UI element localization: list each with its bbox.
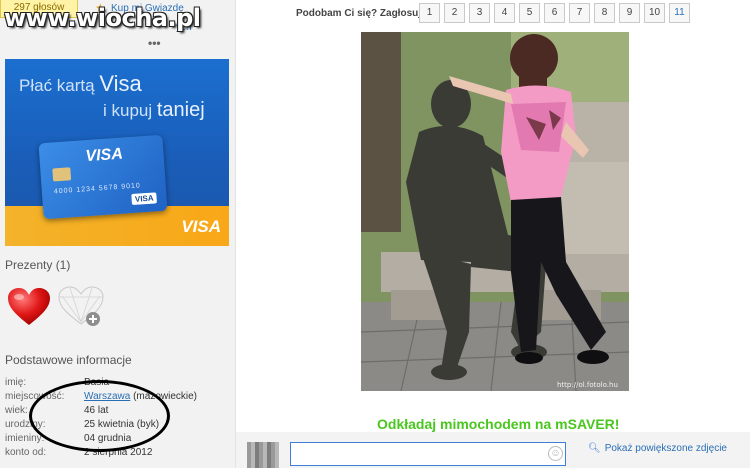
page: 297 głosów ★ Kup mi Gwiazdę ych ••• www.…	[0, 0, 750, 468]
more-dots[interactable]: •••	[148, 36, 161, 50]
visa-logo: VISA	[181, 217, 221, 236]
vote-button[interactable]: 3	[469, 3, 490, 23]
vote-button[interactable]: 4	[494, 3, 515, 23]
vote-button[interactable]: 2	[444, 3, 465, 23]
card-brand: VISA	[84, 145, 124, 166]
vote-button[interactable]: 11	[669, 3, 690, 23]
visa-ad-banner[interactable]: Płać kartą Visa i kupuj taniej VISA 4000…	[5, 59, 229, 246]
vote-button[interactable]: 8	[594, 3, 615, 23]
visa-card-image: VISA 4000 1234 5678 9010 VISA	[38, 134, 168, 220]
show-enlarged-photo-link[interactable]: 🔍︎ Pokaż powiększone zdjęcie	[588, 443, 727, 454]
diamond-heart-gift-icon[interactable]	[56, 284, 106, 329]
card-mini-logo: VISA	[131, 192, 157, 206]
card-chip-icon	[52, 167, 72, 182]
ad-headline-brand: Visa	[99, 71, 142, 96]
profile-sidebar: 297 głosów ★ Kup mi Gwiazdę ych ••• www.…	[0, 0, 236, 468]
drawn-circle-annotation	[29, 380, 170, 452]
vote-button[interactable]: 10	[644, 3, 665, 23]
ad-subline-word: taniej	[156, 99, 205, 121]
zoom-link-label: Pokaż powiększone zdjęcie	[604, 443, 727, 454]
main-photo[interactable]: http://ol.fotolo.hu	[361, 32, 629, 391]
vote-label: Podobam Ci się? Zagłosuj:	[296, 8, 425, 19]
vote-button[interactable]: 1	[419, 3, 440, 23]
heart-gift-icon[interactable]	[7, 287, 51, 327]
ad-headline: Płać kartą Visa	[19, 71, 142, 97]
vote-button[interactable]: 7	[569, 3, 590, 23]
magnifier-icon: 🔍︎	[588, 443, 601, 454]
vote-button[interactable]: 5	[519, 3, 540, 23]
msaver-promo-link[interactable]: Odkładaj mimochodem na mSAVER!	[377, 416, 619, 432]
user-avatar	[247, 442, 279, 468]
photo-scene: http://ol.fotolo.hu	[361, 32, 629, 391]
vote-button[interactable]: 9	[619, 3, 640, 23]
ad-subline: i kupuj taniej	[103, 99, 205, 122]
site-watermark-logo: www.wiocha.pl	[4, 4, 201, 32]
gifts-title: Prezenty (1)	[5, 258, 71, 272]
comment-input[interactable]	[290, 442, 566, 466]
ad-subline-text: i kupuj	[103, 101, 153, 120]
basic-info-title: Podstawowe informacje	[5, 353, 132, 367]
ad-headline-text: Płać kartą	[19, 76, 95, 95]
smiley-icon[interactable]: ☺	[548, 446, 563, 461]
card-number: 4000 1234 5678 9010	[53, 182, 142, 196]
vote-button[interactable]: 6	[544, 3, 565, 23]
photo-watermark: http://ol.fotolo.hu	[557, 381, 618, 389]
